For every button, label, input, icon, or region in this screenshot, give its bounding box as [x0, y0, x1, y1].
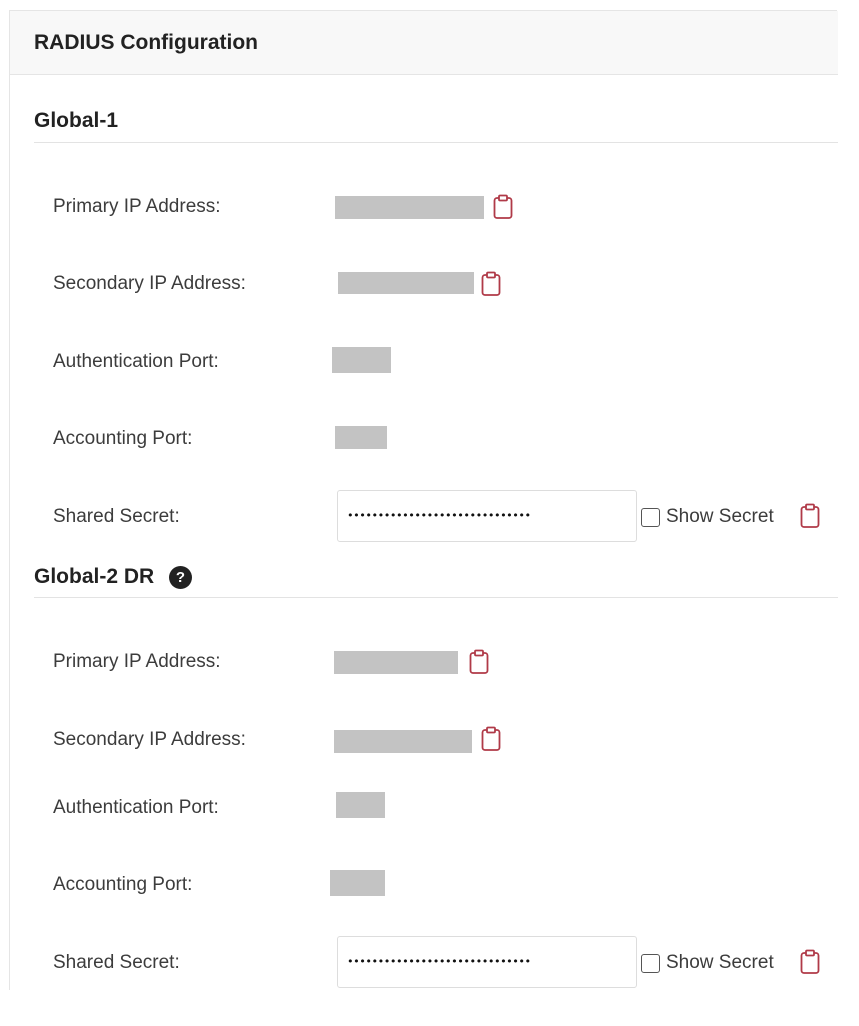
- copy-primary-ip-clipboard-icon[interactable]: [468, 649, 490, 675]
- help-question-icon[interactable]: ?: [169, 566, 192, 589]
- show-secret-checkbox[interactable]: [641, 507, 660, 527]
- show-secret-toggle[interactable]: Show Secret: [641, 951, 774, 975]
- secondary-ip-label: Secondary IP Address:: [53, 729, 246, 750]
- authentication-port-label: Authentication Port:: [53, 351, 219, 372]
- section-divider: [34, 142, 838, 143]
- copy-shared-secret-clipboard-icon[interactable]: [799, 503, 821, 529]
- primary-ip-label: Primary IP Address:: [53, 651, 221, 672]
- authentication-port-value-redacted: [336, 792, 385, 818]
- primary-ip-label: Primary IP Address:: [53, 196, 221, 217]
- accounting-port-label: Accounting Port:: [53, 874, 193, 895]
- secondary-ip-value-redacted: [334, 730, 472, 753]
- panel-title: RADIUS Configuration: [34, 31, 258, 54]
- show-secret-label[interactable]: Show Secret: [666, 506, 774, 528]
- secondary-ip-value-redacted: [338, 272, 474, 294]
- radius-configuration-panel: RADIUS Configuration Global-1 Primary IP…: [9, 10, 838, 990]
- accounting-port-label: Accounting Port:: [53, 428, 193, 449]
- accounting-port-value-redacted: [330, 870, 385, 896]
- copy-secondary-ip-clipboard-icon[interactable]: [480, 726, 502, 752]
- show-secret-toggle[interactable]: Show Secret: [641, 505, 774, 529]
- shared-secret-label: Shared Secret:: [53, 506, 180, 527]
- show-secret-label[interactable]: Show Secret: [666, 952, 774, 974]
- copy-shared-secret-clipboard-icon[interactable]: [799, 949, 821, 975]
- section-title-global-1: Global-1: [34, 109, 119, 132]
- primary-ip-value-redacted: [334, 651, 458, 674]
- authentication-port-label: Authentication Port:: [53, 797, 219, 818]
- secondary-ip-label: Secondary IP Address:: [53, 273, 246, 294]
- section-divider: [34, 597, 838, 598]
- primary-ip-value-redacted: [335, 196, 484, 219]
- authentication-port-value-redacted: [332, 347, 391, 373]
- copy-primary-ip-clipboard-icon[interactable]: [492, 194, 514, 220]
- section-title-global-2-dr: Global-2 DR: [34, 565, 155, 588]
- shared-secret-input[interactable]: ••••••••••••••••••••••••••••••: [337, 936, 637, 988]
- shared-secret-label: Shared Secret:: [53, 952, 180, 973]
- shared-secret-input[interactable]: ••••••••••••••••••••••••••••••: [337, 490, 637, 542]
- show-secret-checkbox[interactable]: [641, 953, 660, 973]
- accounting-port-value-redacted: [335, 426, 387, 449]
- panel-header: RADIUS Configuration: [10, 11, 838, 75]
- copy-secondary-ip-clipboard-icon[interactable]: [480, 271, 502, 297]
